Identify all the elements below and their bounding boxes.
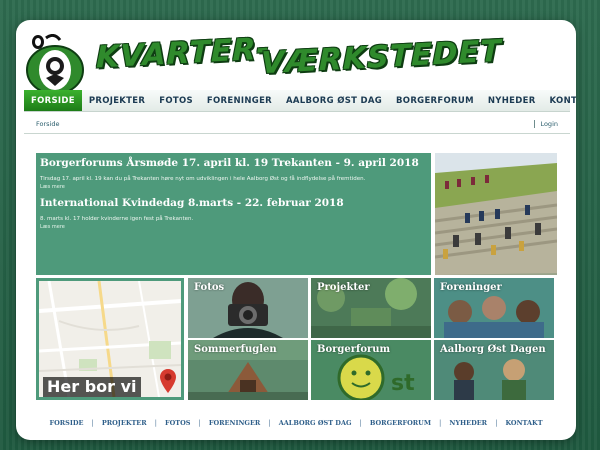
login-link[interactable]: Login <box>534 120 558 128</box>
footer-link-aalborg-oest-dag[interactable]: AALBORG ØST DAG <box>271 419 360 427</box>
nav-item-forside[interactable]: FORSIDE <box>24 90 82 111</box>
sub-bar: Forside Login <box>24 114 570 134</box>
her-bor-vi-label: Her bor vi <box>43 377 141 397</box>
footer-link-borgerforum[interactable]: BORGERFORUM <box>362 419 439 427</box>
tile-foreninger-label: Foreninger <box>440 282 502 293</box>
tile-fotos[interactable]: Fotos <box>188 278 308 338</box>
tile-fotos-label: Fotos <box>194 282 225 293</box>
nav-item-fotos[interactable]: FOTOS <box>152 90 200 111</box>
people-steps-photo <box>435 153 557 275</box>
footer-link-forside[interactable]: FORSIDE <box>41 419 91 427</box>
tile-borgerforum[interactable]: st Borgerforum <box>311 340 431 400</box>
page-card: KVARTER- VÆRKSTEDET FORSIDE PROJEKTER FO… <box>16 20 576 440</box>
tile-aalborg-oest-dagen-label: Aalborg Øst Dagen <box>440 344 546 355</box>
footer-link-projekter[interactable]: PROJEKTER <box>94 419 155 427</box>
nav-item-aalborg-oest-dag[interactable]: AALBORG ØST DAG <box>279 90 389 111</box>
svg-text:st: st <box>391 371 415 396</box>
footer-link-fotos[interactable]: FOTOS <box>157 419 198 427</box>
logo-text-line1[interactable]: KVARTER- <box>96 31 270 75</box>
news-title-2[interactable]: International Kvindedag 8.marts - 22. fe… <box>40 197 427 209</box>
footer-link-foreninger[interactable]: FORENINGER <box>201 419 268 427</box>
map-tile[interactable]: Her bor vi <box>36 278 184 400</box>
tile-projekter-label: Projekter <box>317 282 370 293</box>
site-header: KVARTER- VÆRKSTEDET <box>16 20 576 92</box>
footer-nav: FORSIDE | PROJEKTER | FOTOS | FORENINGER… <box>16 412 576 434</box>
nav-item-kontakt[interactable]: KONTAKT <box>543 90 576 111</box>
news-title-1[interactable]: Borgerforums Årsmøde 17. april kl. 19 Tr… <box>40 157 427 169</box>
footer-link-kontakt[interactable]: KONTAKT <box>497 419 550 427</box>
breadcrumb[interactable]: Forside <box>36 120 59 128</box>
nav-item-projekter[interactable]: PROJEKTER <box>82 90 152 111</box>
logo-text-line2[interactable]: VÆRKSTEDET <box>261 34 502 82</box>
footer-link-nyheder[interactable]: NYHEDER <box>441 419 495 427</box>
nav-item-foreninger[interactable]: FORENINGER <box>200 90 279 111</box>
map-pin-icon <box>160 369 176 393</box>
tile-sommerfuglen-label: Sommerfuglen <box>194 344 277 355</box>
nav-item-borgerforum[interactable]: BORGERFORUM <box>389 90 481 111</box>
news-more-link-2[interactable]: Læs mere <box>40 224 427 230</box>
news-panel: Borgerforums Årsmøde 17. april kl. 19 Tr… <box>36 153 431 275</box>
tile-projekter[interactable]: Projekter <box>311 278 431 338</box>
tile-foreninger[interactable]: Foreninger <box>434 278 554 338</box>
nav-item-nyheder[interactable]: NYHEDER <box>481 90 543 111</box>
tile-borgerforum-label: Borgerforum <box>317 344 391 355</box>
tile-sommerfuglen[interactable]: Sommerfuglen <box>188 340 308 400</box>
news-text-1: Tirsdag 17. april kl. 19 kan du på Treka… <box>40 176 366 182</box>
tile-aalborg-oest-dagen[interactable]: Aalborg Øst Dagen <box>434 340 554 400</box>
news-text-2: 8. marts kl. 17 holder kvinderne igen fe… <box>40 216 194 222</box>
main-nav: FORSIDE PROJEKTER FOTOS FORENINGER AALBO… <box>24 90 576 112</box>
logo-icon[interactable] <box>24 34 86 92</box>
